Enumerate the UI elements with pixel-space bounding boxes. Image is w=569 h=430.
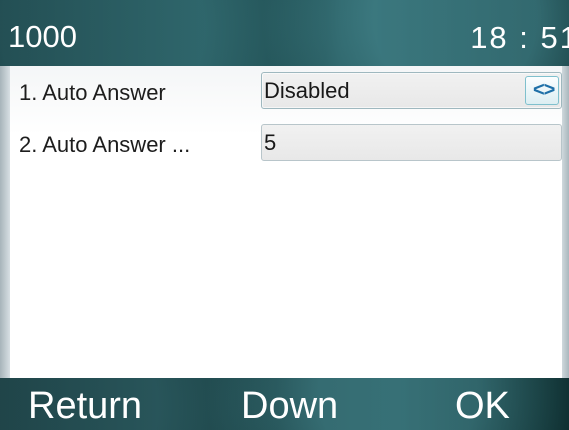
left-right-arrows-icon[interactable]: <>	[525, 76, 559, 105]
setting-row-auto-answer[interactable]: 1. Auto Answer Disabled <>	[10, 69, 562, 113]
setting-row-auto-answer-delay[interactable]: 2. Auto Answer ... 5	[10, 121, 562, 165]
auto-answer-delay-input[interactable]: 5	[261, 124, 562, 161]
auto-answer-delay-value: 5	[264, 130, 277, 155]
right-screen-border	[562, 66, 569, 378]
left-screen-border	[0, 66, 10, 378]
settings-list: 1. Auto Answer Disabled <> 2. Auto Answe…	[10, 66, 562, 378]
account-number: 1000	[8, 19, 77, 54]
setting-label-auto-answer-delay: 2. Auto Answer ...	[19, 132, 191, 157]
softkey-bar: Return Down OK	[0, 378, 569, 430]
return-softkey[interactable]: Return	[28, 385, 142, 427]
setting-label-auto-answer: 1. Auto Answer	[19, 80, 166, 105]
clock-time: 18 : 51	[470, 20, 569, 55]
auto-answer-selector[interactable]: Disabled <>	[261, 72, 562, 109]
phone-screen: 1000 18 : 51 1. Auto Answer Disabled <> …	[0, 0, 569, 430]
ok-softkey[interactable]: OK	[455, 385, 510, 427]
auto-answer-value: Disabled	[264, 78, 350, 103]
arrow-glyph: <>	[533, 79, 555, 101]
status-bar: 1000 18 : 51	[0, 0, 569, 70]
down-softkey[interactable]: Down	[241, 385, 338, 427]
